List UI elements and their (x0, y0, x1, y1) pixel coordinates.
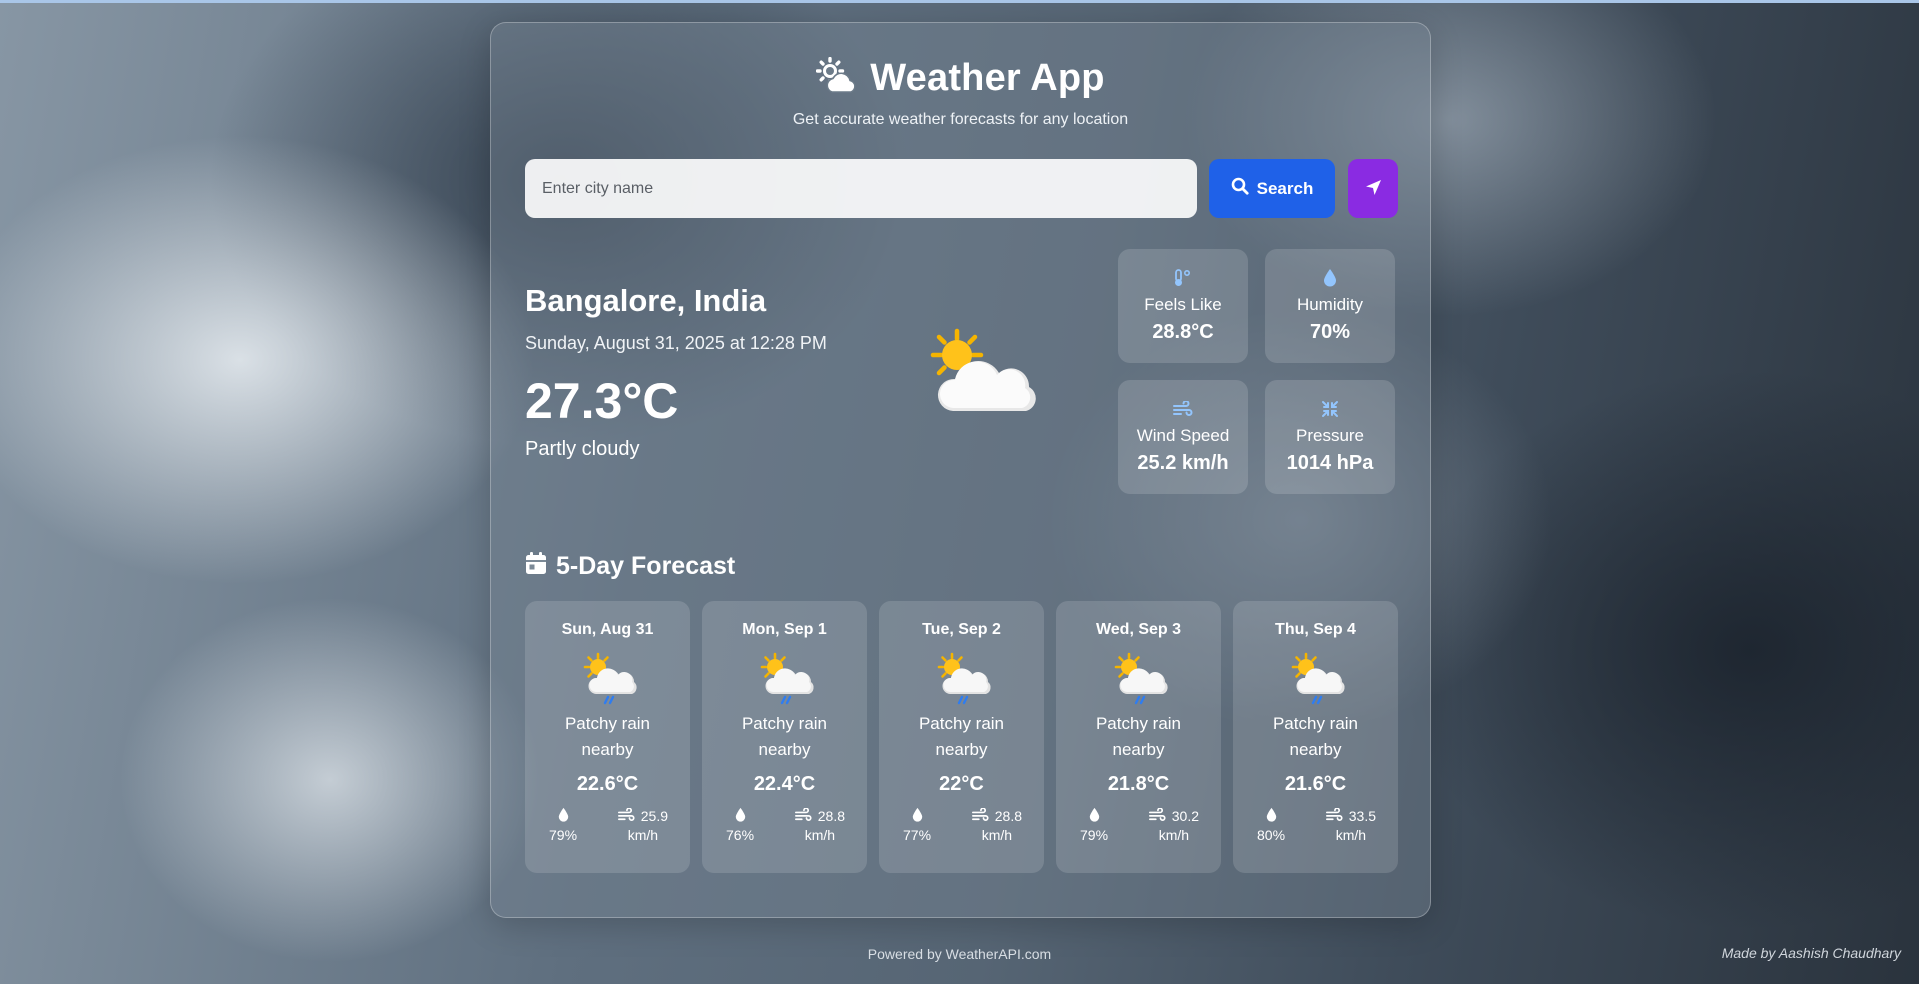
app-subtitle: Get accurate weather forecasts for any l… (792, 111, 1129, 128)
forecast-list: Sun, Aug 31 Patchy rain nearby 22.6°C 79… (525, 601, 1398, 873)
forecast-wind-value: 33.5 (1348, 808, 1376, 824)
forecast-humidity-value: 80% (1257, 827, 1286, 843)
forecast-wind-value: 28.8 (994, 808, 1022, 824)
forecast-temperature: 22.6°C (576, 773, 639, 795)
forecast-humidity-value: 79% (1080, 827, 1109, 843)
wind-icon (971, 806, 989, 825)
wind-icon (1325, 806, 1343, 825)
stat-label: Wind Speed (1136, 426, 1230, 445)
forecast-humidity-value: 79% (549, 827, 578, 843)
forecast-condition: Patchy rain nearby (741, 714, 828, 759)
search-button[interactable]: Search (1209, 159, 1335, 218)
wind-icon (617, 806, 635, 825)
author-credit: Made by Aashish Chaudhary (1721, 945, 1901, 961)
stat-humidity: Humidity 70% (1265, 249, 1395, 363)
forecast-wind-value: 25.9 (640, 808, 668, 824)
city-search-input[interactable] (525, 159, 1197, 218)
location-name: Bangalore, India (525, 283, 767, 318)
forecast-wind-unit: km/h (981, 827, 1013, 843)
patchy-rain-icon (578, 651, 638, 705)
wind-icon (1148, 806, 1166, 825)
forecast-wind: 28.8 km/h (794, 806, 845, 844)
patchy-rain-icon (1286, 651, 1346, 705)
powered-by: Powered by WeatherAPI.com (867, 946, 1052, 962)
partly-cloudy-icon (919, 323, 1039, 423)
forecast-day-card: Sun, Aug 31 Patchy rain nearby 22.6°C 79… (525, 601, 690, 873)
search-bar: Search (525, 159, 1398, 218)
stat-label: Pressure (1295, 426, 1365, 445)
forecast-wind: 30.2 km/h (1148, 806, 1199, 844)
forecast-condition: Patchy rain nearby (1095, 714, 1182, 759)
forecast-humidity: 77% (903, 806, 931, 844)
stat-value: 28.8°C (1152, 321, 1214, 343)
sun-cloud-icon (816, 56, 858, 100)
browser-top-edge (0, 0, 1919, 3)
current-condition: Partly cloudy (525, 438, 640, 460)
stat-value: 70% (1309, 321, 1351, 343)
forecast-humidity: 79% (549, 806, 577, 844)
patchy-rain-icon (755, 651, 815, 705)
wind-icon (1173, 399, 1193, 422)
forecast-humidity-value: 77% (903, 827, 932, 843)
forecast-day: Thu, Sep 4 (1275, 621, 1356, 638)
forecast-day: Mon, Sep 1 (742, 621, 827, 638)
app-title: Weather App (870, 56, 1105, 99)
forecast-condition: Patchy rain nearby (564, 714, 651, 759)
droplet-icon (735, 807, 746, 825)
droplet-icon (1266, 807, 1277, 825)
forecast-wind-unit: km/h (1158, 827, 1190, 843)
stat-label: Feels Like (1144, 295, 1222, 314)
stat-feels-like: Feels Like 28.8°C (1118, 249, 1248, 363)
weather-card: Weather App Get accurate weather forecas… (490, 22, 1431, 918)
stat-wind-speed: Wind Speed 25.2 km/h (1118, 380, 1248, 494)
droplet-icon (558, 807, 569, 825)
droplet-icon (912, 807, 923, 825)
forecast-temperature: 22.4°C (753, 773, 816, 795)
forecast-heading: 5-Day Forecast (525, 551, 735, 582)
forecast-day: Tue, Sep 2 (922, 621, 1001, 638)
forecast-wind: 33.5 km/h (1325, 806, 1376, 844)
forecast-wind-unit: km/h (1335, 827, 1367, 843)
compress-icon (1321, 400, 1339, 423)
droplet-icon (1323, 268, 1337, 292)
forecast-day-card: Tue, Sep 2 Patchy rain nearby 22°C 77% 2… (879, 601, 1044, 873)
patchy-rain-icon (1109, 651, 1169, 705)
forecast-wind-unit: km/h (804, 827, 836, 843)
forecast-wind: 25.9 km/h (617, 806, 668, 844)
patchy-rain-icon (932, 651, 992, 705)
forecast-day-card: Mon, Sep 1 Patchy rain nearby 22.4°C 76%… (702, 601, 867, 873)
search-icon (1231, 177, 1249, 200)
stat-value: 25.2 km/h (1137, 452, 1229, 474)
forecast-wind-value: 30.2 (1171, 808, 1199, 824)
forecast-title: 5-Day Forecast (556, 552, 736, 580)
forecast-temperature: 21.6°C (1284, 773, 1347, 795)
forecast-temperature: 21.8°C (1107, 773, 1170, 795)
forecast-humidity: 79% (1080, 806, 1108, 844)
stat-pressure: Pressure 1014 hPa (1265, 380, 1395, 494)
forecast-day-card: Wed, Sep 3 Patchy rain nearby 21.8°C 79%… (1056, 601, 1221, 873)
forecast-day: Sun, Aug 31 (561, 621, 654, 638)
forecast-wind-value: 28.8 (817, 808, 845, 824)
search-button-label: Search (1256, 178, 1314, 198)
forecast-wind: 28.8 km/h (971, 806, 1022, 844)
calendar-icon (525, 551, 547, 582)
stat-label: Humidity (1296, 295, 1364, 314)
forecast-day-card: Thu, Sep 4 Patchy rain nearby 21.6°C 80%… (1233, 601, 1398, 873)
current-location-button[interactable] (1348, 159, 1398, 218)
forecast-condition: Patchy rain nearby (918, 714, 1005, 759)
forecast-temperature: 22°C (939, 773, 984, 795)
forecast-condition: Patchy rain nearby (1272, 714, 1359, 759)
forecast-wind-unit: km/h (627, 827, 659, 843)
forecast-humidity: 80% (1257, 806, 1285, 844)
wind-icon (794, 806, 812, 825)
stat-value: 1014 hPa (1286, 452, 1374, 474)
app-header: Weather App Get accurate weather forecas… (491, 55, 1430, 129)
droplet-icon (1089, 807, 1100, 825)
forecast-day: Wed, Sep 3 (1095, 621, 1182, 638)
thermometer-icon (1173, 268, 1193, 292)
forecast-humidity-value: 76% (726, 827, 755, 843)
location-arrow-icon (1365, 179, 1382, 199)
forecast-humidity: 76% (726, 806, 754, 844)
